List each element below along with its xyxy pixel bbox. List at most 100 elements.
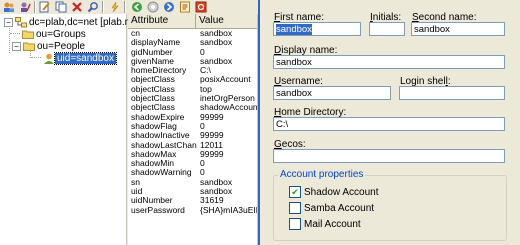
attribute-row[interactable]: uidNumber 31619: [128, 196, 257, 205]
edit-button[interactable]: [38, 0, 52, 13]
user-properties-button[interactable]: [18, 0, 32, 13]
attribute-value: sandbox: [200, 56, 233, 66]
tree-node-label: uid=sandbox: [54, 51, 117, 65]
forward-button[interactable]: [162, 0, 176, 13]
connect-button[interactable]: [108, 0, 122, 13]
tree-node-user[interactable]: uid=sandbox: [43, 51, 117, 65]
attribute-value: inetOrgPerson: [200, 94, 255, 104]
attribute-row[interactable]: displayName sandbox: [128, 38, 257, 47]
attribute-row[interactable]: shadowFlag 0: [128, 122, 257, 131]
attribute-rows: cn sandbox displayName sandbox gidNumber 0 giv…: [128, 29, 257, 215]
shadow-account-checkbox[interactable]: ✔: [289, 186, 301, 198]
new-entry-button[interactable]: [2, 0, 16, 13]
tree-node-root[interactable]: − dc=plab,dc=net [plab.net]: [4, 16, 143, 28]
attribute-value: 0: [200, 47, 205, 57]
user-properties-form: First name: sandbox Initials: Second nam…: [258, 0, 520, 245]
mail-account-label: Mail Account: [304, 219, 361, 230]
initials-field[interactable]: [369, 22, 405, 36]
folder-icon: [23, 42, 35, 51]
tree-connector: [10, 33, 20, 34]
delete-button[interactable]: [70, 0, 84, 13]
copy-icon: [55, 1, 67, 12]
copy-button[interactable]: [54, 0, 68, 13]
first-name-value: sandbox: [276, 24, 312, 35]
attribute-value: sandbox: [200, 29, 233, 38]
attribute-row[interactable]: objectClass posixAccount: [128, 75, 257, 84]
toolbar-separator: [124, 1, 126, 13]
display-name-field[interactable]: sandbox: [273, 55, 505, 69]
home-directory-field[interactable]: C:\: [273, 117, 505, 131]
tree-node-people[interactable]: − ou=People: [12, 40, 87, 52]
attribute-row[interactable]: objectClass inetOrgPerson: [128, 94, 257, 103]
attribute-name: givenName: [131, 56, 174, 66]
samba-account-checkbox[interactable]: [289, 202, 301, 214]
column-header-value[interactable]: Value: [196, 14, 255, 28]
attribute-value: 99999: [200, 112, 224, 122]
attribute-row[interactable]: userPassword {SHA}mIA3uEIDxM: [128, 206, 257, 215]
attribute-name: shadowInactive: [131, 131, 190, 141]
tree-connector: [31, 57, 41, 58]
attribute-row[interactable]: shadowWarning 0: [128, 168, 257, 177]
attribute-name: objectClass: [131, 84, 175, 94]
attribute-row[interactable]: objectClass top: [128, 85, 257, 94]
collapse-toggle-icon[interactable]: −: [4, 17, 13, 27]
gecos-field[interactable]: [273, 149, 505, 163]
attribute-name: userPassword: [131, 205, 185, 215]
tree-node-groups[interactable]: ou=Groups: [22, 28, 88, 40]
properties-button[interactable]: [178, 0, 192, 13]
attribute-value: posixAccount: [200, 75, 251, 85]
attribute-table[interactable]: Attribute Value cn sandbox displayName sand…: [128, 14, 258, 245]
attribute-value: 0: [200, 168, 205, 178]
attribute-value: 99999: [200, 149, 224, 159]
second-name-field[interactable]: sandbox: [411, 22, 505, 36]
back-button[interactable]: [130, 0, 144, 13]
attribute-row[interactable]: gidNumber 0: [128, 48, 257, 57]
folder-icon: [22, 30, 34, 39]
column-header-attribute[interactable]: Attribute: [128, 14, 196, 28]
toolbar: [0, 0, 262, 14]
login-shell-field[interactable]: [399, 86, 505, 100]
user-icon: [44, 53, 54, 64]
help-button[interactable]: [194, 0, 208, 13]
pencil-doc-icon: [39, 1, 50, 12]
attribute-row[interactable]: homeDirectory C:\: [128, 66, 257, 75]
attribute-value: C:\: [200, 66, 211, 76]
attribute-name: displayName: [131, 38, 181, 48]
attribute-value: 12011: [200, 140, 224, 150]
username-field[interactable]: sandbox: [273, 86, 391, 100]
tree-connector: [9, 25, 10, 53]
attribute-value: {SHA}mIA3uEIDxM: [200, 205, 257, 215]
attribute-value: 31619: [200, 196, 224, 206]
search-icon: [87, 1, 98, 12]
attribute-name: objectClass: [131, 75, 175, 85]
delete-x-icon: [72, 1, 82, 12]
refresh-button[interactable]: [146, 0, 160, 13]
forward-arrow-icon: [164, 1, 174, 12]
collapse-toggle-icon[interactable]: −: [12, 41, 21, 51]
search-button[interactable]: [86, 0, 100, 13]
attribute-name: cn: [131, 29, 140, 38]
attribute-row[interactable]: shadowMin 0: [128, 159, 257, 168]
attribute-value: top: [200, 84, 212, 94]
attribute-row[interactable]: uid sandbox: [128, 187, 257, 196]
directory-tree[interactable]: − dc=plab,dc=net [plab.net] ou=Groups − …: [0, 14, 141, 245]
attribute-row[interactable]: shadowMax 99999: [128, 150, 257, 159]
help-book-icon: [195, 1, 207, 12]
attribute-row[interactable]: sn sandbox: [128, 178, 257, 187]
attribute-row[interactable]: givenName sandbox: [128, 57, 257, 66]
attribute-row[interactable]: shadowExpire 99999: [128, 113, 257, 122]
attribute-row[interactable]: objectClass shadowAccount: [128, 103, 257, 112]
domain-tree-icon: [15, 16, 27, 27]
attribute-value: 0: [200, 121, 205, 131]
attribute-row[interactable]: cn sandbox: [128, 29, 257, 38]
user-edit-icon: [21, 2, 31, 12]
attribute-value: 99999: [200, 131, 224, 141]
mail-account-checkbox[interactable]: [289, 218, 301, 230]
attribute-table-header: Attribute Value: [128, 14, 257, 29]
attribute-row[interactable]: shadowLastChange12011: [128, 141, 257, 150]
attribute-value: sandbox: [200, 187, 233, 197]
attribute-value: sandbox: [200, 177, 233, 187]
first-name-field[interactable]: sandbox: [273, 22, 361, 36]
attribute-row[interactable]: shadowInactive 99999: [128, 131, 257, 140]
attribute-name: homeDirectory: [131, 66, 187, 76]
